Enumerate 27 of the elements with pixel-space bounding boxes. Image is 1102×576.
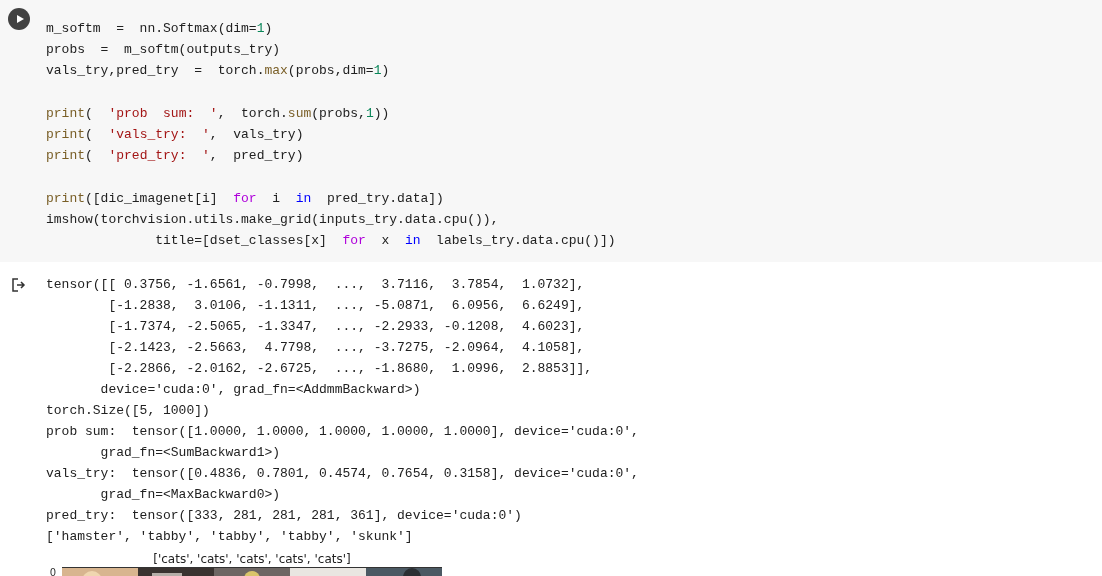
code-line: print( 'pred_try: ', pred_try) [46, 147, 305, 165]
output-arrow-icon [12, 278, 26, 292]
code-line: imshow(torchvision.utils.make_grid(inputs_try.data.cpu()), [46, 211, 500, 229]
output-line: grad_fn=<MaxBackward0>) [99, 486, 282, 504]
code-line: m_softm = nn.Softmax(dim=1) [46, 20, 274, 38]
output-line: prob sum: tensor([1.0000, 1.0000, 1.0000, 1.0000, 1.0000], device='cuda:0', [46, 423, 639, 441]
run-button[interactable] [8, 8, 30, 30]
output-line: [-1.2838, 3.0106, -1.1311, ..., -5.0871, 6.0956, 6.6249], [107, 297, 586, 315]
plot-title: ['cats', 'cats', 'cats', 'cats', 'cats'] [152, 551, 352, 567]
output-line: [-2.1423, -2.5663, 4.7798, ..., -3.7275, -2.0964, 4.1058], [107, 339, 586, 357]
output-line: torch.Size([5, 1000]) [46, 402, 211, 420]
code-line: print( 'prob sum: ', torch.sum(probs,1)) [46, 105, 391, 123]
output-line: vals_try: tensor([0.4836, 0.7801, 0.4574, 0.7654, 0.3158], device='cuda:0', [46, 465, 639, 483]
code-line: vals_try,pred_try = torch.max(probs,dim=1) [46, 62, 391, 80]
output-line: pred_try: tensor([333, 281, 281, 281, 361], device='cuda:0') [46, 507, 523, 525]
play-icon [17, 15, 24, 23]
code-line: probs = m_softm(outputs_try) [46, 41, 282, 59]
output-line: tensor([[ 0.3756, -1.6561, -0.7998, ..., 3.7116, 3.7854, 1.0732], [46, 276, 586, 294]
output-line: [-2.2866, -2.0162, -2.6725, ..., -1.8680, 1.0996, 2.8853]], [107, 360, 594, 378]
code-line: print( 'vals_try: ', vals_try) [46, 126, 305, 144]
code-line: title=[dset_classes[x] for x in labels_try.data.cpu()]) [154, 232, 616, 250]
output-line: grad_fn=<SumBackward1>) [99, 444, 282, 462]
axis-tick-label: 0 [48, 567, 57, 576]
output-line: [-1.7374, -2.5065, -1.3347, ..., -2.2933, -0.1208, 4.6023], [107, 318, 586, 336]
output-line: ['hamster', 'tabby', 'tabby', 'tabby', 'skunk'] [46, 528, 414, 546]
output-line: device='cuda:0', grad_fn=<AddmmBackward>) [99, 381, 422, 399]
code-line: print([dic_imagenet[i] for i in pred_try.data]) [46, 190, 445, 208]
